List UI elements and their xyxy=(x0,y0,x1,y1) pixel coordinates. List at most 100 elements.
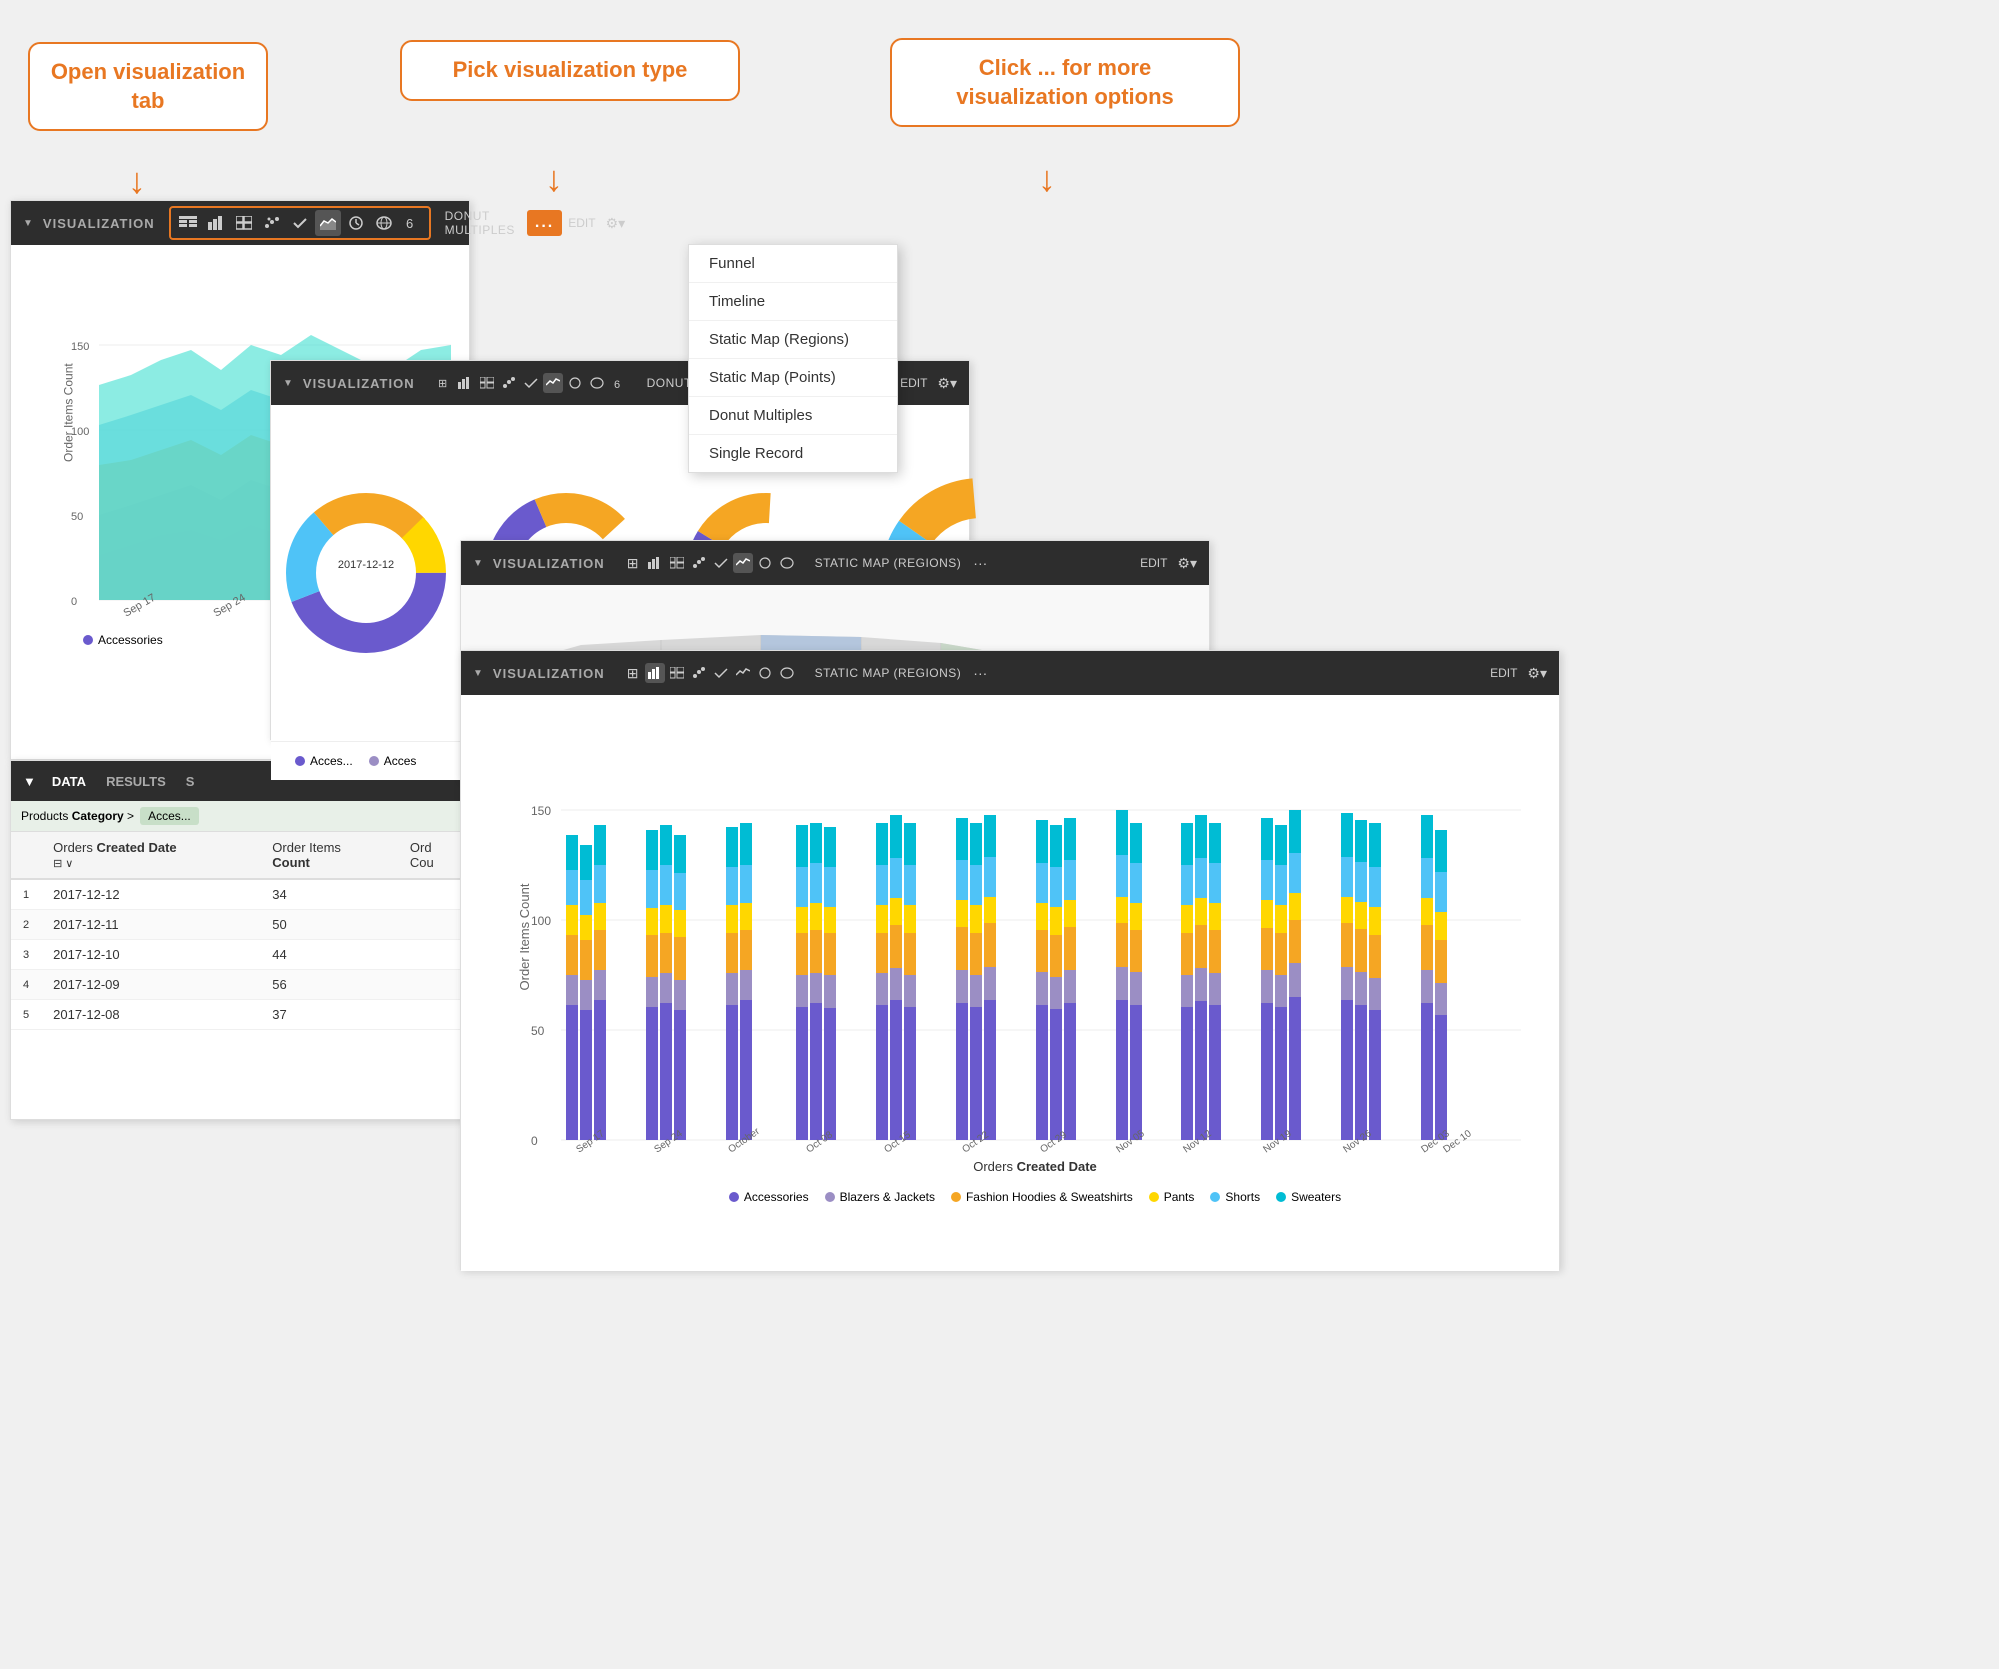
donut-legend-accessories2: Acces xyxy=(369,754,417,768)
svg-text:0: 0 xyxy=(71,596,77,608)
viz-icon-clock[interactable] xyxy=(343,210,369,236)
bar-type-label: STATIC MAP (REGIONS) xyxy=(815,666,962,680)
donut-gear-button[interactable]: ⚙▾ xyxy=(937,375,957,392)
svg-text:0: 0 xyxy=(531,1134,538,1148)
donut-icon-area[interactable] xyxy=(543,373,563,393)
donut-icon-scatter[interactable] xyxy=(499,373,519,393)
bar-legend-shorts-label: Shorts xyxy=(1225,1190,1260,1204)
annotation-bubble-1: Open visualization tab xyxy=(28,42,268,131)
bar-icon-scatter[interactable] xyxy=(689,663,709,683)
bar-icon-pivot[interactable] xyxy=(667,663,687,683)
viz-icon-pivot[interactable] xyxy=(231,210,257,236)
pivot-header: Products Category > Acces... xyxy=(11,801,469,832)
dropdown-item-funnel[interactable]: Funnel xyxy=(689,245,897,283)
annotation-arrow-2: ↓ xyxy=(545,158,563,200)
viz-edit-button[interactable]: EDIT xyxy=(568,216,595,230)
map-icon-area[interactable] xyxy=(733,553,753,573)
bar-icon-table[interactable]: ⊞ xyxy=(623,663,643,683)
viz-icon-bar[interactable] xyxy=(203,210,229,236)
bar-legend-pants: Pants xyxy=(1149,1190,1195,1204)
annotation-arrow-3: ↓ xyxy=(1038,158,1056,200)
annotation-bubble-2: Pick visualization type xyxy=(400,40,740,101)
data-collapse-triangle[interactable]: ▼ xyxy=(23,774,36,789)
viz-icon-group: 6 xyxy=(169,206,431,240)
bar-icon-clock[interactable] xyxy=(755,663,775,683)
dropdown-item-static-map-regions[interactable]: Static Map (Regions) xyxy=(689,321,897,359)
table-row: 5 2017-12-08 37 xyxy=(11,1000,469,1030)
donut-icon-six[interactable]: 6 xyxy=(609,373,629,393)
bar-x-axis-label: Orders Created Date xyxy=(531,1159,1539,1174)
bar-legend-shorts: Shorts xyxy=(1210,1190,1260,1204)
bar-icon-globe[interactable] xyxy=(777,663,797,683)
viz-gear-button[interactable]: ⚙▾ xyxy=(606,215,626,232)
collapse-triangle[interactable]: ▼ xyxy=(23,218,33,229)
bar-edit-button[interactable]: EDIT xyxy=(1490,666,1517,680)
bar-more-button[interactable]: ··· xyxy=(973,665,987,681)
map-icon-bar[interactable] xyxy=(645,553,665,573)
map-icon-pivot[interactable] xyxy=(667,553,687,573)
map-type-label: STATIC MAP (REGIONS) xyxy=(815,556,962,570)
bar-icon-check[interactable] xyxy=(711,663,731,683)
svg-text:50: 50 xyxy=(71,511,83,523)
svg-text:6: 6 xyxy=(406,216,413,230)
bar-icon-area[interactable] xyxy=(733,663,753,683)
legend-item-accessories: Accessories xyxy=(83,633,163,647)
dropdown-item-single-record[interactable]: Single Record xyxy=(689,435,897,472)
map-icon-scatter[interactable] xyxy=(689,553,709,573)
donut-legend-accessories: Acces... xyxy=(295,754,353,768)
map-header-right: EDIT ⚙▾ xyxy=(1140,555,1197,572)
dropdown-item-donut-multiples[interactable]: Donut Multiples xyxy=(689,397,897,435)
dropdown-item-static-map-points[interactable]: Static Map (Points) xyxy=(689,359,897,397)
map-edit-button[interactable]: EDIT xyxy=(1140,556,1167,570)
annotation-arrow-1: ↓ xyxy=(128,160,146,202)
map-icon-clock[interactable] xyxy=(755,553,775,573)
bar-legend-sweaters: Sweaters xyxy=(1276,1190,1341,1204)
data-tab-data[interactable]: DATA xyxy=(48,774,90,789)
data-table: Orders Created Date⊟ ∨ Order ItemsCount … xyxy=(11,832,469,1030)
data-tab-results[interactable]: RESULTS xyxy=(102,774,170,789)
donut-edit-button[interactable]: EDIT xyxy=(900,376,927,390)
donut-icon-globe[interactable] xyxy=(587,373,607,393)
donut-icon-pivot[interactable] xyxy=(477,373,497,393)
bar-icon-bar[interactable] xyxy=(645,663,665,683)
map-icon-globe[interactable] xyxy=(777,553,797,573)
data-tab-s[interactable]: S xyxy=(182,774,199,789)
viz-more-options-button[interactable]: ... xyxy=(527,210,562,236)
bar-chart-svg: 0 50 100 150 xyxy=(531,715,1531,1155)
viz-icon-area[interactable] xyxy=(315,210,341,236)
map-more-button[interactable]: ··· xyxy=(973,555,987,571)
donut-icon-check[interactable] xyxy=(521,373,541,393)
bar-legend-hoodies: Fashion Hoodies & Sweatshirts xyxy=(951,1190,1133,1204)
viz-icon-globe[interactable] xyxy=(371,210,397,236)
donut-icon-table[interactable]: ⊞ xyxy=(433,373,453,393)
legend-color-accessories xyxy=(83,635,93,645)
bar-viz-panel: ▼ VISUALIZATION ⊞ xyxy=(460,650,1560,1270)
svg-text:2017-12-12: 2017-12-12 xyxy=(338,559,394,571)
bar-icon-group: ⊞ xyxy=(623,663,797,683)
table-row: 1 2017-12-12 34 xyxy=(11,879,469,910)
annotation-bubble-3: Click ... for morevisualization options xyxy=(890,38,1240,127)
viz-icon-table[interactable] xyxy=(175,210,201,236)
viz-title: VISUALIZATION xyxy=(43,216,155,231)
table-row: 4 2017-12-09 56 xyxy=(11,970,469,1000)
svg-text:100: 100 xyxy=(531,914,551,928)
donut-icon-bar[interactable] xyxy=(455,373,475,393)
table-row: 3 2017-12-10 44 xyxy=(11,940,469,970)
viz-icon-six[interactable]: 6 xyxy=(399,210,425,236)
bar-legend-blazers: Blazers & Jackets xyxy=(825,1190,935,1204)
bar-viz-header: ▼ VISUALIZATION ⊞ xyxy=(461,651,1559,695)
bar-chart-container: Order Items Count 0 50 100 150 xyxy=(461,695,1559,1271)
dropdown-item-timeline[interactable]: Timeline xyxy=(689,283,897,321)
bar-gear-button[interactable]: ⚙▾ xyxy=(1527,665,1547,682)
map-gear-button[interactable]: ⚙▾ xyxy=(1177,555,1197,572)
donut-chart-1: 2017-12-12 xyxy=(281,488,451,658)
map-icon-check[interactable] xyxy=(711,553,731,573)
svg-text:150: 150 xyxy=(531,804,551,818)
donut-icon-clock[interactable] xyxy=(565,373,585,393)
bar-y-axis-label: Order Items Count xyxy=(517,884,532,991)
main-viz-header: ▼ VISUALIZATION xyxy=(11,201,469,245)
bar-header-right: EDIT ⚙▾ xyxy=(1490,665,1547,682)
viz-icon-scatter[interactable] xyxy=(259,210,285,236)
map-icon-table[interactable]: ⊞ xyxy=(623,553,643,573)
viz-icon-check[interactable] xyxy=(287,210,313,236)
